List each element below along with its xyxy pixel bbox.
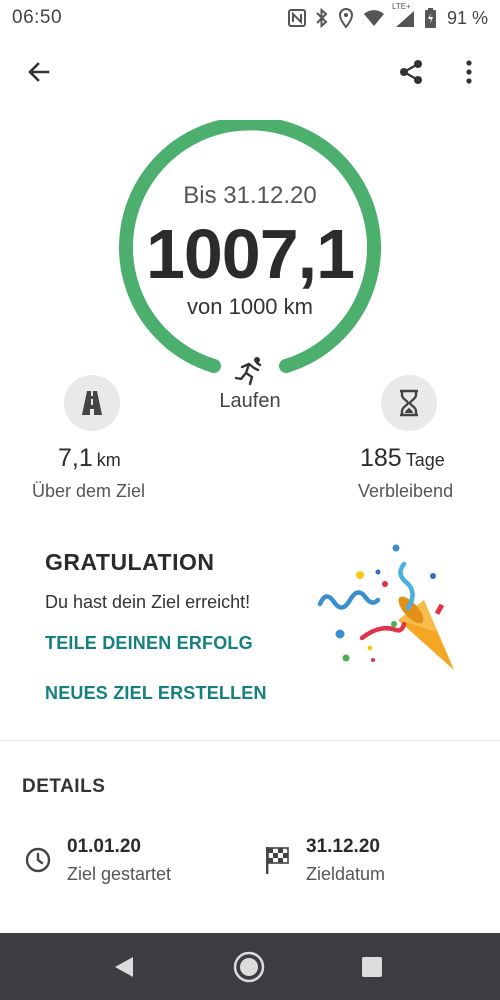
goal-end-date: 31.12.20: [306, 836, 380, 857]
wifi-icon: [363, 9, 385, 27]
checkered-flag-icon: [266, 847, 289, 874]
signal-icon: LTE+: [392, 2, 416, 28]
goal-until-date: Bis 31.12.20: [183, 182, 317, 209]
section-divider: [0, 740, 500, 741]
goal-progress-ring: Bis 31.12.20 1007,1 von 1000 km: [119, 120, 381, 382]
goal-start-label: Ziel gestartet: [67, 864, 172, 884]
arrow-back-icon: [28, 62, 50, 82]
status-bar: 06:50 LTE+ 91 %: [0, 0, 500, 36]
nfc-icon: [287, 9, 306, 27]
location-icon: [338, 8, 354, 28]
status-time: 06:50: [12, 7, 63, 28]
goal-start-date: 01.01.20: [67, 836, 141, 857]
system-nav-bar: [0, 933, 500, 1000]
goal-end-label: Zieldatum: [306, 864, 386, 884]
nav-recent-icon: [362, 957, 382, 977]
hourglass-icon: [400, 389, 418, 417]
congrats-message: Du hast dein Ziel erreicht!: [45, 592, 251, 612]
remaining-icon-badge: [381, 375, 437, 431]
details-title: DETAILS: [22, 776, 106, 797]
over-goal-value: 7,1: [58, 444, 93, 472]
over-goal-stat: 7,1 km: [58, 444, 121, 473]
battery-level: 91 %: [446, 7, 488, 28]
share-success-link[interactable]: TEILE DEINEN ERFOLG: [45, 633, 253, 654]
activity-type: Laufen: [195, 356, 305, 413]
nav-back-button[interactable]: [104, 947, 144, 987]
nav-home-button[interactable]: [229, 947, 269, 987]
over-goal-icon-badge: [64, 375, 120, 431]
running-icon: [234, 357, 262, 386]
battery-icon: [424, 8, 436, 28]
over-goal-unit: km: [96, 450, 121, 470]
remaining-value: 185: [360, 444, 402, 472]
more-options-button[interactable]: [447, 50, 491, 94]
nav-back-icon: [115, 957, 133, 977]
more-vert-icon: [466, 60, 472, 84]
app-bar: [0, 48, 500, 96]
over-goal-label: Über dem Ziel: [32, 481, 146, 501]
nav-home-icon: [233, 951, 265, 983]
status-icons: LTE+ 91 %: [287, 2, 488, 29]
back-button[interactable]: [17, 50, 61, 94]
clock-icon: [25, 847, 51, 873]
remaining-label: Verbleibend: [358, 481, 454, 501]
share-icon: [400, 60, 422, 84]
activity-label: Laufen: [219, 390, 281, 412]
nav-recent-apps-button[interactable]: [352, 947, 392, 987]
bluetooth-icon: [315, 8, 329, 28]
road-icon: [82, 391, 102, 415]
congrats-title: GRATULATION: [45, 549, 215, 575]
network-type: LTE+: [391, 2, 411, 11]
goal-target: von 1000 km: [187, 294, 313, 319]
remaining-stat: 185 Tage: [360, 444, 445, 473]
goal-current-value: 1007,1: [145, 215, 355, 293]
share-button[interactable]: [389, 50, 433, 94]
party-popper-icon: [317, 544, 454, 670]
create-new-goal-link[interactable]: NEUES ZIEL ERSTELLEN: [45, 683, 267, 704]
remaining-unit: Tage: [405, 450, 445, 470]
